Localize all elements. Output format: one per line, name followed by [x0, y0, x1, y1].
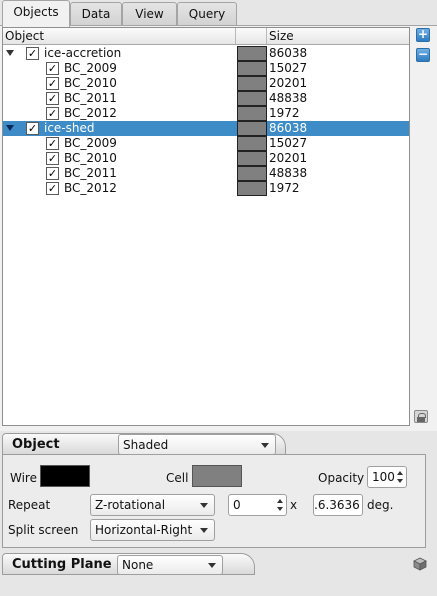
chevron-down-icon — [200, 528, 208, 533]
opacity-value: 100 — [372, 470, 395, 484]
tree-row-ice-shed[interactable]: ✓ ice-shed 86038 — [3, 121, 409, 136]
object-section-title: Object — [12, 437, 60, 452]
object-size: 1972 — [269, 106, 300, 120]
wire-color-button[interactable] — [40, 465, 90, 487]
spin-up-icon[interactable] — [397, 471, 403, 475]
object-size: 15027 — [269, 61, 308, 75]
tab-view[interactable]: View — [122, 2, 177, 26]
object-name: BC_2009 — [64, 61, 117, 75]
visibility-checkbox[interactable]: ✓ — [46, 167, 59, 180]
object-name: ice-accretion — [44, 46, 122, 60]
repeat-select[interactable]: Z-rotational — [90, 494, 215, 516]
add-object-button[interactable]: + — [416, 28, 430, 42]
visibility-checkbox[interactable]: ✓ — [46, 92, 59, 105]
color-swatch[interactable] — [237, 106, 267, 121]
split-screen-value: Horizontal-Right — [95, 523, 193, 537]
spin-down-icon[interactable] — [397, 479, 403, 483]
visibility-checkbox[interactable]: ✓ — [46, 62, 59, 75]
color-swatch[interactable] — [237, 181, 267, 196]
cell-label: Cell — [166, 471, 189, 485]
visibility-checkbox[interactable]: ✓ — [46, 77, 59, 90]
tab-query[interactable]: Query — [177, 2, 237, 26]
color-swatch[interactable] — [237, 76, 267, 91]
cube-icon[interactable] — [413, 557, 427, 571]
color-swatch[interactable] — [237, 61, 267, 76]
tree-row-child[interactable]: ✓ BC_2009 15027 — [3, 136, 409, 151]
tree-row-child[interactable]: ✓ BC_2009 15027 — [3, 61, 409, 76]
opacity-spinbox[interactable]: 100 — [367, 466, 407, 488]
object-name: BC_2012 — [64, 106, 117, 120]
visibility-checkbox[interactable]: ✓ — [46, 182, 59, 195]
remove-object-button[interactable]: − — [416, 48, 430, 62]
object-size: 48838 — [269, 91, 308, 105]
cutting-plane-value: None — [122, 558, 154, 572]
object-name: BC_2012 — [64, 181, 117, 195]
object-name: BC_2009 — [64, 136, 117, 150]
visibility-checkbox[interactable]: ✓ — [46, 152, 59, 165]
tree-row-child[interactable]: ✓ BC_2010 20201 — [3, 76, 409, 91]
render-mode-value: Shaded — [123, 438, 169, 452]
color-swatch[interactable] — [237, 136, 267, 151]
spin-up-icon[interactable] — [277, 499, 283, 503]
cutting-plane-select[interactable]: None — [117, 555, 223, 575]
split-screen-label: Split screen — [8, 523, 79, 537]
color-swatch[interactable] — [237, 121, 267, 136]
tree-rows: ✓ ice-accretion 86038 ✓ BC_2009 15027 ✓ … — [3, 46, 409, 196]
color-swatch[interactable] — [237, 91, 267, 106]
repeat-value: Z-rotational — [95, 498, 166, 512]
angle-unit-label: deg. — [367, 498, 394, 512]
column-header-color[interactable] — [236, 28, 267, 44]
opacity-label: Opacity — [318, 471, 365, 485]
object-size: 20201 — [269, 151, 308, 165]
object-tree[interactable]: Object Size ✓ ice-accretion 86038 ✓ BC_2… — [2, 27, 410, 426]
object-name: BC_2010 — [64, 76, 117, 90]
column-header-object[interactable]: Object — [3, 28, 236, 44]
tab-bar: Objects Data View Query — [0, 0, 437, 27]
object-size: 86038 — [269, 46, 308, 60]
visibility-checkbox[interactable]: ✓ — [26, 47, 39, 60]
repeat-count-spinbox[interactable]: 0 — [228, 494, 287, 516]
expand-arrow-icon[interactable] — [6, 50, 14, 56]
chevron-down-icon — [261, 443, 269, 448]
tree-row-child[interactable]: ✓ BC_2012 1972 — [3, 181, 409, 196]
object-size: 48838 — [269, 166, 308, 180]
object-size: 1972 — [269, 181, 300, 195]
column-header-size[interactable]: Size — [267, 28, 409, 44]
repeat-count-value: 0 — [233, 498, 241, 512]
object-name: BC_2010 — [64, 151, 117, 165]
cutting-plane-title: Cutting Plane — [12, 557, 112, 572]
object-name: ice-shed — [44, 121, 95, 135]
lock-icon[interactable] — [414, 410, 428, 423]
visibility-checkbox[interactable]: ✓ — [46, 137, 59, 150]
expand-arrow-icon[interactable] — [6, 125, 14, 131]
tree-row-child[interactable]: ✓ BC_2011 48838 — [3, 166, 409, 181]
color-swatch[interactable] — [237, 166, 267, 181]
tree-row-child[interactable]: ✓ BC_2012 1972 — [3, 106, 409, 121]
chevron-down-icon — [208, 563, 216, 568]
object-size: 20201 — [269, 76, 308, 90]
render-mode-select[interactable]: Shaded — [118, 434, 276, 455]
tree-row-child[interactable]: ✓ BC_2011 48838 — [3, 91, 409, 106]
repeat-label: Repeat — [8, 498, 51, 512]
tab-objects[interactable]: Objects — [2, 0, 70, 27]
cell-color-button[interactable] — [192, 465, 242, 487]
wire-label: Wire — [10, 471, 37, 485]
times-label: x — [290, 498, 298, 512]
visibility-checkbox[interactable]: ✓ — [46, 107, 59, 120]
object-size: 86038 — [269, 121, 308, 135]
object-size: 15027 — [269, 136, 308, 150]
tree-row-ice-accretion[interactable]: ✓ ice-accretion 86038 — [3, 46, 409, 61]
object-name: BC_2011 — [64, 91, 117, 105]
tree-row-child[interactable]: ✓ BC_2010 20201 — [3, 151, 409, 166]
visibility-checkbox[interactable]: ✓ — [26, 122, 39, 135]
tab-data[interactable]: Data — [70, 2, 122, 26]
angle-input[interactable]: .6.3636 — [313, 494, 363, 516]
color-swatch[interactable] — [237, 46, 267, 61]
object-name: BC_2011 — [64, 166, 117, 180]
color-swatch[interactable] — [237, 151, 267, 166]
split-screen-select[interactable]: Horizontal-Right — [90, 519, 215, 541]
tree-header: Object Size — [3, 28, 409, 45]
chevron-down-icon — [200, 503, 208, 508]
spin-down-icon[interactable] — [277, 507, 283, 511]
